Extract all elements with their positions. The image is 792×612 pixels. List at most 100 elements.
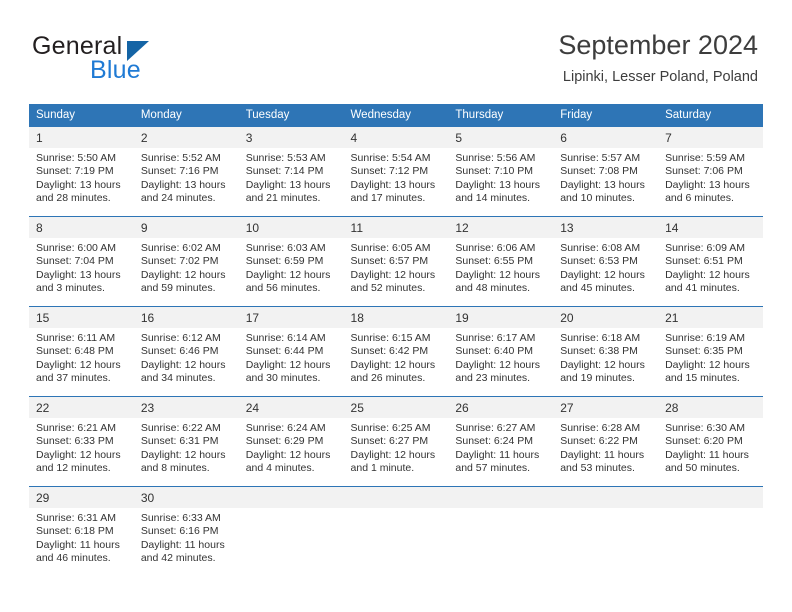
day-sunrise-text: Sunrise: 6:21 AM — [36, 422, 116, 434]
day-number-cell[interactable]: 21 — [658, 307, 763, 328]
day-sunrise-text: Sunrise: 6:06 AM — [455, 242, 536, 254]
day-daylight-1-text: Daylight: 12 hours — [245, 358, 331, 371]
day-number-cell[interactable]: 13 — [553, 217, 659, 238]
day-number-cell[interactable]: 5 — [448, 127, 554, 148]
day-daylight-1-text: Daylight: 12 hours — [560, 268, 645, 281]
day-detail-cell[interactable]: Sunrise: 5:52 AM Sunset: 7:16 PM Daylight:… — [133, 148, 239, 216]
day-number-cell[interactable]: 23 — [133, 397, 239, 418]
day-number-cell[interactable]: 18 — [343, 307, 449, 328]
day-sunrise-text: Sunrise: 6:30 AM — [665, 422, 746, 434]
day-number-cell[interactable]: 25 — [343, 397, 449, 418]
day-number-cell[interactable]: 17 — [238, 307, 344, 328]
day-sunset-text: Sunset: 7:14 PM — [245, 165, 324, 178]
day-daylight-1-text: Daylight: 13 hours — [36, 178, 121, 191]
day-number-cell[interactable]: 24 — [238, 397, 344, 418]
day-number-cell[interactable]: 28 — [658, 397, 763, 418]
general-blue-logo[interactable]: General Blue — [32, 32, 232, 88]
day-number-cell[interactable]: 11 — [343, 217, 449, 238]
page-header: General Blue September 2024 Lipinki, Les… — [0, 0, 792, 100]
day-number-cell[interactable]: 30 — [133, 487, 239, 508]
day-sunrise-text: Sunrise: 5:59 AM — [665, 152, 746, 164]
day-sunrise-text: Sunrise: 6:19 AM — [665, 332, 746, 344]
day-number-cell[interactable]: 6 — [553, 127, 659, 148]
day-detail-cell[interactable]: Sunrise: 6:14 AM Sunset: 6:44 PM Daylight:… — [238, 328, 344, 396]
day-detail-cell[interactable]: Sunrise: 6:06 AM Sunset: 6:55 PM Daylight:… — [448, 238, 554, 306]
day-daylight-2-text: and 48 minutes. — [455, 282, 531, 295]
day-detail-cell[interactable]: Sunrise: 6:03 AM Sunset: 6:59 PM Daylight:… — [238, 238, 344, 306]
day-detail-cell[interactable]: Sunrise: 5:54 AM Sunset: 7:12 PM Daylight:… — [343, 148, 449, 216]
day-number-cell[interactable]: 20 — [553, 307, 659, 328]
day-number-cell[interactable]: 1 — [29, 127, 134, 148]
day-detail-cell[interactable]: Sunrise: 6:02 AM Sunset: 7:02 PM Daylight:… — [133, 238, 239, 306]
day-detail-cell[interactable]: Sunrise: 6:22 AM Sunset: 6:31 PM Daylight:… — [133, 418, 239, 486]
day-detail-cell[interactable]: Sunrise: 6:33 AM Sunset: 6:16 PM Daylight:… — [133, 508, 239, 576]
weekday-header-tuesday: Tuesday — [238, 104, 344, 127]
day-detail-cell[interactable]: Sunrise: 6:31 AM Sunset: 6:18 PM Daylight:… — [29, 508, 134, 576]
day-number-cell[interactable]: 27 — [553, 397, 659, 418]
day-detail-cell[interactable]: Sunrise: 6:09 AM Sunset: 6:51 PM Daylight:… — [658, 238, 763, 306]
day-sunset-text: Sunset: 7:12 PM — [350, 165, 429, 178]
day-sunset-text: Sunset: 6:33 PM — [36, 435, 114, 448]
day-number-cell[interactable]: 9 — [133, 217, 239, 238]
day-number-cell[interactable]: 19 — [448, 307, 554, 328]
day-detail-cell[interactable]: Sunrise: 6:05 AM Sunset: 6:57 PM Daylight:… — [343, 238, 449, 306]
weekday-header-thursday: Thursday — [448, 104, 554, 127]
day-number-cell[interactable]: 22 — [29, 397, 134, 418]
day-daylight-1-text: Daylight: 12 hours — [245, 268, 331, 281]
location-subtitle: Lipinki, Lesser Poland, Poland — [562, 69, 758, 85]
day-number-cell[interactable]: 14 — [658, 217, 763, 238]
day-sunrise-text: Sunrise: 6:22 AM — [140, 422, 221, 434]
day-detail-cell[interactable]: Sunrise: 5:59 AM Sunset: 7:06 PM Daylight:… — [658, 148, 763, 216]
day-detail-cell[interactable]: Sunrise: 6:17 AM Sunset: 6:40 PM Daylight:… — [448, 328, 554, 396]
day-daylight-1-text: Daylight: 12 hours — [560, 358, 645, 371]
day-detail-cell[interactable]: Sunrise: 6:12 AM Sunset: 6:46 PM Daylight:… — [133, 328, 239, 396]
day-sunset-text: Sunset: 7:08 PM — [560, 165, 638, 178]
day-detail-row: Sunrise: 5:50 AM Sunset: 7:19 PM Daylight:… — [29, 148, 763, 216]
day-daylight-2-text: and 24 minutes. — [140, 192, 216, 205]
day-detail-cell[interactable]: Sunrise: 6:27 AM Sunset: 6:24 PM Daylight:… — [448, 418, 554, 486]
day-detail-cell[interactable]: Sunrise: 6:18 AM Sunset: 6:38 PM Daylight:… — [553, 328, 659, 396]
day-daylight-2-text: and 34 minutes. — [140, 372, 216, 385]
day-detail-cell[interactable]: Sunrise: 6:21 AM Sunset: 6:33 PM Daylight:… — [29, 418, 134, 486]
day-number-cell[interactable]: 4 — [343, 127, 449, 148]
day-sunset-text: Sunset: 6:40 PM — [455, 345, 534, 358]
day-detail-cell[interactable]: Sunrise: 6:08 AM Sunset: 6:53 PM Daylight:… — [553, 238, 659, 306]
day-sunset-text: Sunset: 7:10 PM — [455, 165, 534, 178]
day-detail-cell[interactable]: Sunrise: 6:24 AM Sunset: 6:29 PM Daylight:… — [238, 418, 344, 486]
day-daylight-2-text: and 52 minutes. — [350, 282, 426, 295]
day-daylight-2-text: and 37 minutes. — [36, 372, 111, 385]
day-sunrise-text: Sunrise: 6:15 AM — [350, 332, 431, 344]
day-sunrise-text: Sunrise: 6:25 AM — [350, 422, 431, 434]
day-daylight-2-text: and 10 minutes. — [560, 192, 635, 205]
day-detail-cell[interactable]: Sunrise: 6:30 AM Sunset: 6:20 PM Daylight:… — [658, 418, 763, 486]
day-daylight-2-text: and 6 minutes. — [665, 192, 734, 205]
day-number-cell[interactable]: 16 — [133, 307, 239, 328]
day-detail-cell[interactable]: Sunrise: 5:57 AM Sunset: 7:08 PM Daylight:… — [553, 148, 659, 216]
day-detail-cell[interactable]: Sunrise: 5:50 AM Sunset: 7:19 PM Daylight:… — [29, 148, 134, 216]
day-daylight-2-text: and 30 minutes. — [245, 372, 321, 385]
day-detail-cell[interactable]: Sunrise: 6:28 AM Sunset: 6:22 PM Daylight:… — [553, 418, 659, 486]
day-number-cell[interactable]: 7 — [658, 127, 763, 148]
day-detail-cell[interactable]: Sunrise: 6:25 AM Sunset: 6:27 PM Daylight:… — [343, 418, 449, 486]
day-detail-cell[interactable]: Sunrise: 5:53 AM Sunset: 7:14 PM Daylight:… — [238, 148, 344, 216]
day-sunrise-text: Sunrise: 6:28 AM — [560, 422, 641, 434]
day-number-cell[interactable]: 12 — [448, 217, 554, 238]
day-number-cell[interactable]: 15 — [29, 307, 134, 328]
day-sunrise-text: Sunrise: 5:57 AM — [560, 152, 641, 164]
day-detail-cell[interactable]: Sunrise: 6:11 AM Sunset: 6:48 PM Daylight:… — [29, 328, 134, 396]
day-number-cell[interactable]: 8 — [29, 217, 134, 238]
day-number-cell[interactable]: 26 — [448, 397, 554, 418]
day-detail-cell[interactable]: Sunrise: 6:19 AM Sunset: 6:35 PM Daylight:… — [658, 328, 763, 396]
day-number-row: 29 30 — [29, 487, 763, 508]
day-number-cell[interactable]: 10 — [238, 217, 344, 238]
day-number-cell[interactable]: 29 — [29, 487, 134, 508]
day-detail-cell[interactable]: Sunrise: 6:15 AM Sunset: 6:42 PM Daylight:… — [343, 328, 449, 396]
day-detail-cell[interactable]: Sunrise: 6:00 AM Sunset: 7:04 PM Daylight:… — [29, 238, 134, 306]
day-sunrise-text: Sunrise: 5:56 AM — [455, 152, 536, 164]
day-detail-cell[interactable]: Sunrise: 5:56 AM Sunset: 7:10 PM Daylight:… — [448, 148, 554, 216]
day-number-row: 22 23 24 25 26 27 28 — [29, 397, 763, 418]
day-number-cell[interactable]: 2 — [133, 127, 239, 148]
day-number-cell[interactable]: 3 — [238, 127, 344, 148]
day-sunrise-text: Sunrise: 6:17 AM — [455, 332, 536, 344]
day-sunset-text: Sunset: 6:20 PM — [665, 435, 743, 448]
